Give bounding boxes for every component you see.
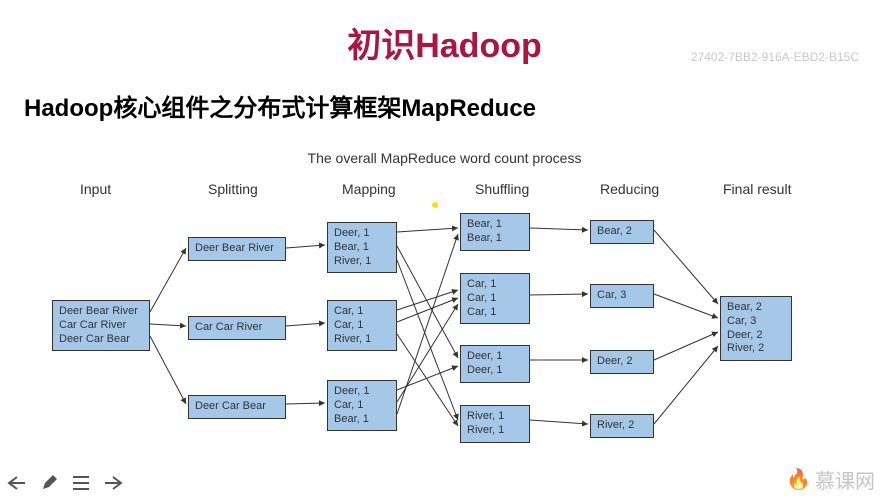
col-label-shuffling: Shuffling xyxy=(475,181,529,197)
shuffle-box-2: Deer, 1Deer, 1 xyxy=(460,345,530,383)
shuffle-box-1: Car, 1Car, 1Car, 1 xyxy=(460,273,530,324)
flame-icon: 🔥 xyxy=(786,467,811,492)
brand-text: 慕课网 xyxy=(815,465,875,494)
reduce-box-3: River, 2 xyxy=(590,414,654,438)
map-box-1: Car, 1Car, 1River, 1 xyxy=(327,300,397,351)
col-label-input: Input xyxy=(80,181,111,197)
split-box-0: Deer Bear River xyxy=(188,237,286,261)
slide-subtitle: Hadoop核心组件之分布式计算框架MapReduce xyxy=(24,88,536,123)
prev-slide-button[interactable] xyxy=(6,472,28,494)
map-box-0: Deer, 1Bear, 1River, 1 xyxy=(327,222,397,273)
slide-canvas: { "header": { "title": "初识Hadoop", "wate… xyxy=(0,0,889,500)
split-box-2: Deer Car Bear xyxy=(188,395,286,419)
col-label-result: Final result xyxy=(723,181,791,197)
col-label-mapping: Mapping xyxy=(342,181,396,197)
reduce-box-1: Car, 3 xyxy=(590,284,654,308)
split-box-1: Car Car River xyxy=(188,316,286,340)
presenter-toolbar xyxy=(6,472,124,494)
laser-pointer-icon xyxy=(432,202,438,208)
pen-tool-button[interactable] xyxy=(38,472,60,494)
next-slide-button[interactable] xyxy=(102,472,124,494)
col-label-reducing: Reducing xyxy=(600,181,659,197)
input-box: Deer Bear RiverCar Car RiverDeer Car Bea… xyxy=(52,300,150,351)
shuffle-box-3: River, 1River, 1 xyxy=(460,405,530,443)
menu-button[interactable] xyxy=(70,472,92,494)
col-label-splitting: Splitting xyxy=(208,181,258,197)
reduce-box-2: Deer, 2 xyxy=(590,350,654,374)
brand-watermark: 🔥 慕课网 xyxy=(786,465,875,494)
result-box: Bear, 2Car, 3Deer, 2River, 2 xyxy=(720,296,792,361)
diagram-caption: The overall MapReduce word count process xyxy=(0,150,889,166)
reduce-box-0: Bear, 2 xyxy=(590,220,654,244)
diagram-arrows xyxy=(0,0,889,500)
map-box-2: Deer, 1Car, 1Bear, 1 xyxy=(327,380,397,431)
watermark-id: 27402-7BB2-916A-EBD2-B15C xyxy=(691,50,859,64)
shuffle-box-0: Bear, 1Bear, 1 xyxy=(460,213,530,251)
